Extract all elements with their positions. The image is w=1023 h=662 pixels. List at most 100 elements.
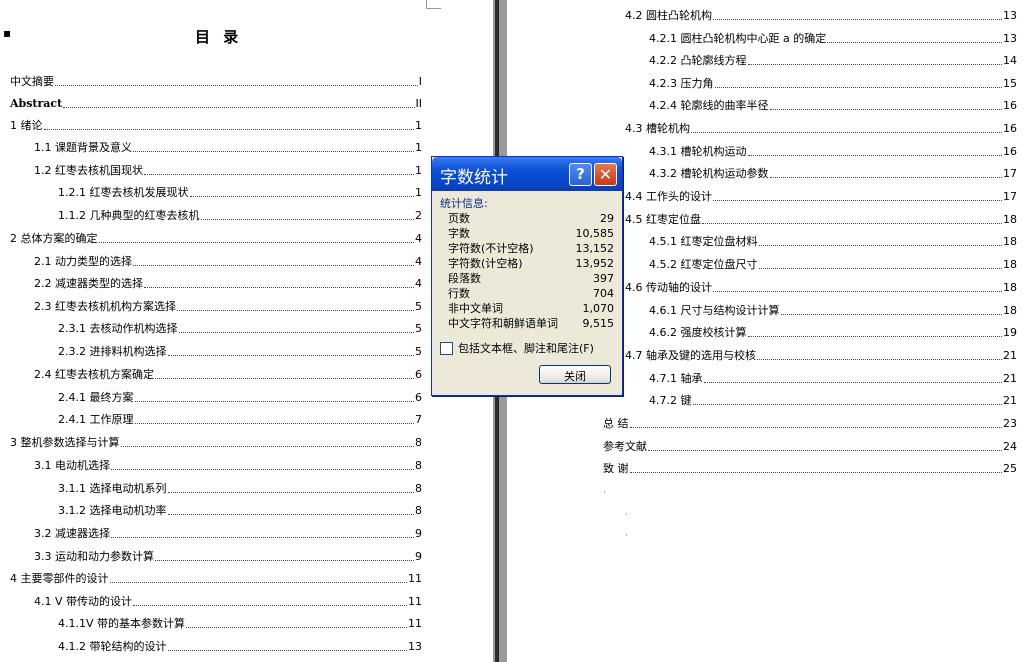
toc-entry[interactable]: 1.2.1 红枣去核机发展现状 1 [58, 184, 422, 200]
toc-leader-dots [758, 268, 1002, 269]
toc-entry[interactable]: 4.5 红枣定位盘 18 [625, 211, 1017, 227]
toc-entry[interactable]: 4.6.1 尺寸与结构设计计算 18 [649, 302, 1017, 318]
toc-entry[interactable]: Abstract II [10, 95, 422, 111]
toc-page-number: 1 [415, 141, 422, 154]
toc-entry[interactable]: 4.6 传动轴的设计 18 [625, 279, 1017, 295]
toc-leader-dots [155, 560, 414, 561]
toc-entry[interactable]: 4.5.1 红枣定位盘材料 18 [649, 233, 1017, 249]
toc-leader-dots [178, 332, 414, 333]
toc-entry[interactable]: 4.1.2 带轮结构的设计 13 [58, 638, 422, 654]
toc-entry[interactable]: 4.2.4 轮廓线的曲率半径 16 [649, 97, 1017, 113]
toc-entry[interactable]: 1.2 红枣去核机国现状 1 [34, 162, 422, 178]
toc-page-number: 1 [415, 186, 422, 199]
toc-page-number: 5 [415, 322, 422, 335]
toc-entry-title: 4 主要零部件的设计 [10, 572, 109, 585]
toc-entry[interactable]: 4.2.3 压力角 15 [649, 75, 1017, 91]
toc-entry[interactable]: 2.4.1 工作原理 7 [58, 411, 422, 427]
stat-row: 页数 29 [448, 211, 614, 226]
close-button[interactable]: 关闭 [539, 365, 611, 384]
toc-entry[interactable]: 3.1.2 选择电动机功率 8 [58, 502, 422, 518]
toc-entry-title: 1.2.1 红枣去核机发展现状 [58, 186, 189, 199]
toc-entry[interactable]: 4.3 槽轮机构 16 [625, 120, 1017, 136]
help-button[interactable]: ? [569, 163, 592, 186]
toc-entry[interactable]: 2 总体方案的确定 4 [10, 230, 422, 246]
toc-page-number: 21 [1003, 372, 1017, 385]
toc-entry[interactable]: 致 谢 25 [603, 460, 1017, 476]
toc-page-number: 9 [415, 527, 422, 540]
close-icon[interactable]: ✕ [594, 163, 617, 186]
toc-entry-title: 中文摘要 [10, 75, 54, 88]
left-document-page[interactable]: ▪ 目 录 中文摘要 I Abstract II 1 绪论 1 1.1 课题背景及意义 1 1.… [0, 0, 493, 662]
toc-entry[interactable]: 2.3 红枣去核机机构方案选择 5 [34, 298, 422, 314]
toc-entry[interactable]: 1.1 课题背景及意义 1 [34, 139, 422, 155]
toc-entry[interactable]: 3.3 运动和动力参数计算 9 [34, 548, 422, 564]
stat-row: 字符数(计空格) 13,952 [448, 256, 614, 271]
toc-leader-dots [186, 627, 407, 628]
toc-entry-title: 4.5 红枣定位盘 [625, 213, 701, 226]
toc-page-number: 16 [1003, 122, 1017, 135]
toc-entry[interactable]: 2.4 红枣去核机方案确定 6 [34, 366, 422, 382]
toc-entry[interactable]: 4.1 V 带传动的设计 11 [34, 593, 422, 609]
toc-entry[interactable]: 4.7 轴承及键的选用与校核 21 [625, 347, 1017, 363]
toc-entry[interactable]: 2.4.1 最终方案 6 [58, 389, 422, 405]
stat-label: 页数 [448, 212, 470, 225]
toc-page-number: 11 [408, 595, 422, 608]
paragraph-mark: · [625, 531, 628, 541]
toc-entry[interactable]: 4.3.2 槽轮机构运动参数 17 [649, 165, 1017, 181]
toc-page-number: 8 [415, 504, 422, 517]
dialog-titlebar[interactable]: 字数统计 ? ✕ [432, 157, 622, 191]
stat-value: 1,070 [582, 302, 615, 315]
toc-leader-dots [98, 242, 414, 243]
toc-page-number: 5 [415, 345, 422, 358]
toc-entry-title: 3.1.2 选择电动机功率 [58, 504, 167, 517]
toc-entry-title: 2.1 动力类型的选择 [34, 255, 132, 268]
toc-leader-dots [167, 514, 414, 515]
toc-entry[interactable]: 4.7.1 轴承 21 [649, 370, 1017, 386]
toc-entry[interactable]: 2.2 减速器类型的选择 4 [34, 275, 422, 291]
include-textbox-checkbox[interactable]: 包括文本框、脚注和尾注(F) [440, 340, 594, 356]
toc-entry-title: 2.3.1 去核动作机构选择 [58, 322, 178, 335]
checkbox-box[interactable] [440, 341, 453, 355]
toc-leader-dots [827, 42, 1002, 43]
toc-leader-dots [111, 537, 414, 538]
toc-entry[interactable]: 总 结 23 [603, 415, 1017, 431]
toc-entry[interactable]: 4.5.2 红枣定位盘尺寸 18 [649, 256, 1017, 272]
toc-entry[interactable]: 4.2.2 凸轮廓线方程 14 [649, 52, 1017, 68]
toc-entry[interactable]: 4.1.1V 带的基本参数计算 11 [58, 615, 422, 631]
toc-entry[interactable]: 4.6.2 强度校核计算 19 [649, 324, 1017, 340]
stat-value: 13,152 [575, 242, 615, 255]
toc-leader-dots [177, 310, 414, 311]
toc-entry[interactable]: 1.1.2 几种典型的红枣去核机 2 [58, 207, 422, 223]
toc-page-number: 11 [408, 572, 422, 585]
paragraph-mark: · [603, 488, 606, 498]
toc-entry[interactable]: 参考文献 24 [603, 438, 1017, 454]
toc-entry[interactable]: 4.2 圆柱凸轮机构 13 [625, 7, 1017, 23]
toc-entry[interactable]: 3.1 电动机选择 8 [34, 457, 422, 473]
toc-entry[interactable]: 4.7.2 键 21 [649, 392, 1017, 408]
toc-leader-dots [758, 245, 1002, 246]
toc-entry[interactable]: 4.3.1 槽轮机构运动 16 [649, 143, 1017, 159]
toc-entry[interactable]: 4.4 工作头的设计 17 [625, 188, 1017, 204]
toc-entry[interactable]: 1 绪论 1 [10, 117, 422, 133]
toc-entry[interactable]: 3.2 减速器选择 9 [34, 525, 422, 541]
toc-entry-title: 4.3 槽轮机构 [625, 122, 690, 135]
dialog-title: 字数统计 [440, 168, 508, 188]
toc-entry[interactable]: 4.2.1 圆柱凸轮机构中心距 a 的确定 13 [649, 30, 1017, 46]
toc-entry[interactable]: 4 主要零部件的设计 11 [10, 570, 422, 586]
toc-entry[interactable]: 3 整机参数选择与计算 8 [10, 434, 422, 450]
toc-leader-dots [691, 132, 1002, 133]
toc-entry[interactable]: 2.3.1 去核动作机构选择 5 [58, 320, 422, 336]
stat-row: 行数 704 [448, 286, 614, 301]
stat-label: 段落数 [448, 272, 481, 285]
toc-page-number: 21 [1003, 394, 1017, 407]
toc-entry[interactable]: 2.3.2 进排料机构选择 5 [58, 343, 422, 359]
toc-entry-title: 4.3.1 槽轮机构运动 [649, 145, 747, 158]
toc-page-number: 5 [415, 300, 422, 313]
toc-entry[interactable]: 中文摘要 I [10, 73, 422, 89]
toc-leader-dots [134, 423, 414, 424]
toc-leader-dots [714, 87, 1002, 88]
toc-page-number: 4 [415, 232, 422, 245]
toc-entry[interactable]: 2.1 动力类型的选择 4 [34, 253, 422, 269]
toc-page-number: I [418, 75, 422, 88]
toc-entry[interactable]: 3.1.1 选择电动机系列 8 [58, 480, 422, 496]
